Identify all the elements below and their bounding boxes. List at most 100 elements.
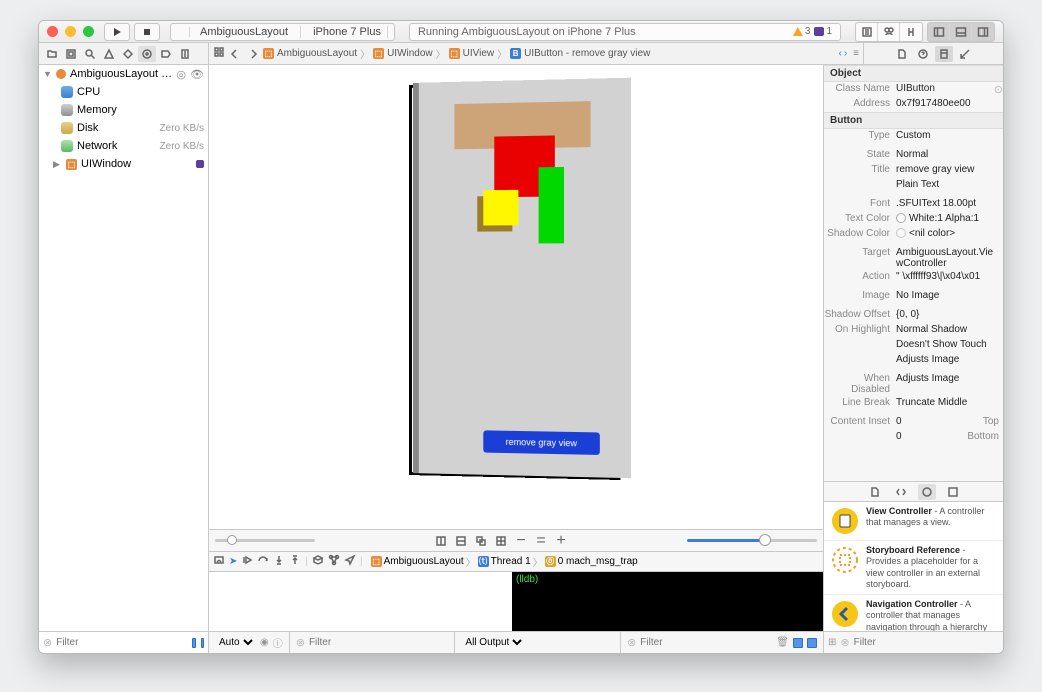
library-grid-icon[interactable]: ⊞ — [828, 637, 836, 648]
clipped-content-icon[interactable] — [431, 532, 451, 550]
quicklook-icon[interactable]: ◉ — [260, 637, 269, 648]
library-item-storyboard-reference[interactable]: Storyboard Reference - Provides a placeh… — [824, 541, 1003, 595]
bottom-panel-icon[interactable] — [950, 23, 972, 41]
visible-range-slider[interactable] — [687, 539, 817, 542]
library-filter-clear-icon[interactable]: ⊗ — [840, 636, 849, 649]
quick-help-icon[interactable] — [914, 46, 932, 62]
left-panel-icon[interactable] — [928, 23, 950, 41]
filter-clear-icon[interactable]: ⊗ — [43, 636, 52, 649]
jump-bar[interactable]: ⬚AmbiguousLayout〉 ⬚UIWindow〉 ⬚UIView〉 BU… — [209, 43, 863, 64]
code-snippet-icon[interactable] — [892, 484, 910, 500]
yellow-view[interactable] — [483, 190, 518, 226]
output-scope-selector[interactable]: All Output — [461, 636, 525, 649]
disk-row[interactable]: DiskZero KB/s — [39, 119, 208, 137]
console-pane-left[interactable] — [793, 638, 803, 648]
next-item-icon[interactable]: › — [844, 48, 847, 59]
stop-button[interactable] — [134, 23, 160, 41]
right-panel-icon[interactable] — [972, 23, 994, 41]
step-over-icon[interactable] — [257, 554, 269, 569]
report-nav-icon[interactable] — [176, 46, 194, 62]
related-items-icon[interactable] — [213, 46, 225, 61]
debug-nav-icon[interactable] — [138, 46, 156, 62]
media-library-icon[interactable] — [944, 484, 962, 500]
cpu-row[interactable]: CPU — [39, 83, 208, 101]
network-row[interactable]: NetworkZero KB/s — [39, 137, 208, 155]
constraints-icon[interactable] — [451, 532, 471, 550]
variables-filter-input[interactable] — [309, 637, 448, 648]
breakpoint-nav-icon[interactable] — [157, 46, 175, 62]
console-pane-right[interactable] — [807, 638, 817, 648]
editor-mode-segment[interactable] — [855, 22, 923, 42]
test-nav-icon[interactable] — [119, 46, 137, 62]
object-library-icon[interactable] — [918, 484, 936, 500]
print-desc-icon[interactable]: ⓘ — [273, 635, 283, 650]
issue-nav-icon[interactable] — [100, 46, 118, 62]
zoom-in-icon[interactable]: + — [551, 532, 571, 550]
wireframes-icon[interactable] — [491, 532, 511, 550]
view-debug-icon[interactable] — [312, 554, 324, 569]
minimize-button[interactable] — [65, 26, 76, 37]
prev-item-icon[interactable]: ‹ — [838, 48, 841, 59]
rendered-hierarchy[interactable]: remove gray view — [409, 80, 620, 480]
eye-icon[interactable]: 👁 — [190, 68, 204, 81]
forward-button[interactable] — [245, 46, 261, 62]
memory-row[interactable]: Memory — [39, 101, 208, 119]
hide-debug-icon[interactable] — [213, 554, 225, 569]
zoom-out-icon[interactable]: − — [511, 532, 531, 550]
breadcrumb[interactable]: ⬚AmbiguousLayout〉 ⬚UIWindow〉 ⬚UIView〉 BU… — [263, 46, 650, 61]
jumpbar-menu-icon[interactable]: ≡ — [853, 48, 859, 59]
variables-scope-selector[interactable]: Auto — [215, 636, 256, 649]
symbol-nav-icon[interactable] — [62, 46, 80, 62]
remove-gray-view-button[interactable]: remove gray view — [483, 430, 600, 455]
memory-graph-icon[interactable] — [328, 554, 340, 569]
location-icon[interactable] — [344, 554, 356, 569]
view-debugger-canvas[interactable]: remove gray view — [209, 65, 823, 529]
size-inspector-icon[interactable] — [956, 46, 974, 62]
step-into-icon[interactable] — [273, 554, 285, 569]
output-filter-input[interactable] — [640, 637, 772, 648]
find-nav-icon[interactable] — [81, 46, 99, 62]
back-button[interactable] — [227, 46, 243, 62]
filter-toggle-1[interactable] — [192, 638, 195, 648]
out-filter-clear-icon[interactable]: ⊗ — [627, 636, 636, 649]
object-inspector-icon[interactable] — [935, 46, 953, 62]
close-button[interactable] — [47, 26, 58, 37]
library-filter-input[interactable] — [854, 637, 999, 648]
scheme-selector[interactable]: AmbiguousLayout iPhone 7 Plus — [170, 23, 395, 41]
breakpoint-toggle-icon[interactable]: ➤ — [229, 556, 237, 567]
spacing-slider[interactable] — [215, 539, 315, 542]
uiwindow-row[interactable]: ▶⬚UIWindow — [39, 155, 208, 173]
zoom-actual-icon[interactable]: = — [531, 532, 551, 550]
layers-icon[interactable] — [471, 532, 491, 550]
green-view[interactable] — [539, 167, 564, 244]
file-template-icon[interactable] — [866, 484, 884, 500]
inspector-selector[interactable] — [863, 43, 1003, 64]
library-item-navigation-controller[interactable]: Navigation Controller - A controller tha… — [824, 595, 1003, 631]
filter-toggle-2[interactable] — [201, 638, 204, 648]
continue-icon[interactable] — [241, 554, 253, 569]
version-editor-icon[interactable] — [900, 23, 922, 41]
process-row[interactable]: ▼ AmbiguousLayout PID 28… ◎ 👁 — [39, 65, 208, 83]
console-output[interactable]: (lldb) — [512, 572, 823, 631]
navigator-filter-input[interactable] — [56, 637, 188, 648]
standard-editor-icon[interactable] — [856, 23, 878, 41]
project-nav-icon[interactable] — [43, 46, 61, 62]
zoom-button[interactable] — [83, 26, 94, 37]
warnings-badge[interactable]: 3 — [793, 26, 811, 37]
classname-jump-icon[interactable]: ⊙ — [994, 83, 1003, 96]
thread-breadcrumb[interactable]: ⬚AmbiguousLayout〉 ⒯Thread 1〉 ⓪0 mach_msg… — [371, 554, 638, 569]
run-button[interactable] — [104, 23, 130, 41]
variables-view[interactable] — [209, 572, 512, 631]
trash-icon[interactable]: 🗑 — [776, 637, 789, 648]
step-out-icon[interactable] — [289, 554, 301, 569]
library-item-view-controller[interactable]: View Controller - A controller that mana… — [824, 502, 1003, 541]
library-tabs[interactable] — [824, 481, 1003, 501]
panel-toggle-segment[interactable] — [927, 22, 995, 42]
vars-filter-clear-icon[interactable]: ⊗ — [296, 636, 305, 649]
navigator-selector[interactable] — [39, 43, 209, 64]
file-inspector-icon[interactable] — [893, 46, 911, 62]
assistant-editor-icon[interactable] — [878, 23, 900, 41]
bullseye-icon[interactable]: ◎ — [176, 68, 186, 81]
object-library-list[interactable]: View Controller - A controller that mana… — [824, 501, 1003, 631]
issues-badge[interactable]: 1 — [814, 26, 832, 37]
